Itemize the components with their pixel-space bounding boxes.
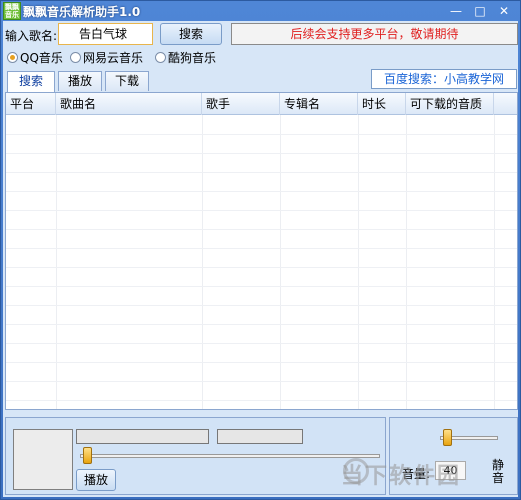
album-cover-image <box>13 429 73 490</box>
radio-netease-music[interactable]: 网易云音乐 <box>70 49 143 66</box>
row-gridline <box>6 229 517 230</box>
title-bar[interactable]: 飘飘音乐 飘飘音乐解析助手1.0 — □ ✕ <box>1 1 520 21</box>
volume-slider-thumb[interactable] <box>442 429 452 446</box>
app-logo-icon: 飘飘音乐 <box>3 2 21 20</box>
song-time-display <box>217 429 303 444</box>
row-gridline <box>6 381 517 382</box>
maximize-button[interactable]: □ <box>470 3 490 19</box>
client-area: 输入歌名: 告白气球 搜索 后续会支持更多平台，敬请期待 QQ音乐 网易云音乐 … <box>3 21 518 497</box>
radio-unselected-icon <box>155 52 166 63</box>
row-gridline <box>6 343 517 344</box>
seek-slider-thumb[interactable] <box>83 447 92 464</box>
column-header-quality[interactable]: 可下载的音质 <box>406 93 494 115</box>
row-gridline <box>6 362 517 363</box>
window-title: 飘飘音乐解析助手1.0 <box>23 5 141 19</box>
baidu-search-link[interactable]: 百度搜索：小高教学网 <box>371 69 517 89</box>
radio-selected-icon <box>7 52 18 63</box>
radio-label: 酷狗音乐 <box>168 51 217 65</box>
close-button[interactable]: ✕ <box>494 3 514 19</box>
tab-play[interactable]: 播放 <box>58 71 102 91</box>
minimize-button[interactable]: — <box>446 3 466 19</box>
search-button[interactable]: 搜索 <box>160 23 222 45</box>
row-gridline <box>6 191 517 192</box>
row-gridline <box>6 153 517 154</box>
radio-label: QQ音乐 <box>20 51 63 65</box>
row-gridline <box>6 400 517 401</box>
radio-kugou-music[interactable]: 酷狗音乐 <box>155 49 216 66</box>
song-name-input[interactable]: 告白气球 <box>58 23 153 45</box>
column-header-singer[interactable]: 歌手 <box>202 93 280 115</box>
player-panel: 播放 <box>5 417 386 495</box>
column-header-song[interactable]: 歌曲名 <box>56 93 202 115</box>
tab-download[interactable]: 下载 <box>105 71 149 91</box>
row-gridline <box>6 172 517 173</box>
tab-search[interactable]: 搜索 <box>7 71 55 92</box>
row-gridline <box>6 248 517 249</box>
table-header: 平台 歌曲名 歌手 专辑名 时长 可下载的音质 <box>6 93 517 115</box>
song-title-display <box>76 429 209 444</box>
column-header-album[interactable]: 专辑名 <box>280 93 358 115</box>
play-button[interactable]: 播放 <box>76 469 116 491</box>
column-gridline <box>406 115 407 409</box>
notice-text: 后续会支持更多平台，敬请期待 <box>231 23 518 45</box>
column-gridline <box>358 115 359 409</box>
radio-label: 网易云音乐 <box>83 51 144 65</box>
app-window: 飘飘音乐 飘飘音乐解析助手1.0 — □ ✕ 输入歌名: 告白气球 搜索 后续会… <box>0 0 521 500</box>
row-gridline <box>6 267 517 268</box>
mute-checkbox-label[interactable]: 静音 <box>491 459 505 485</box>
results-table[interactable]: 平台 歌曲名 歌手 专辑名 时长 可下载的音质 <box>5 92 518 410</box>
row-gridline <box>6 305 517 306</box>
row-gridline <box>6 324 517 325</box>
watermark-text: 当下软件园 <box>341 464 462 489</box>
column-gridline <box>280 115 281 409</box>
row-gridline <box>6 210 517 211</box>
song-name-label: 输入歌名: <box>5 29 58 43</box>
row-gridline <box>6 134 517 135</box>
column-gridline <box>56 115 57 409</box>
column-gridline <box>494 115 495 409</box>
column-gridline <box>202 115 203 409</box>
row-gridline <box>6 286 517 287</box>
column-header-duration[interactable]: 时长 <box>358 93 406 115</box>
column-header-platform[interactable]: 平台 <box>6 93 56 115</box>
radio-unselected-icon <box>70 52 81 63</box>
radio-qq-music[interactable]: QQ音乐 <box>7 49 63 66</box>
seek-slider-track[interactable] <box>80 454 380 458</box>
